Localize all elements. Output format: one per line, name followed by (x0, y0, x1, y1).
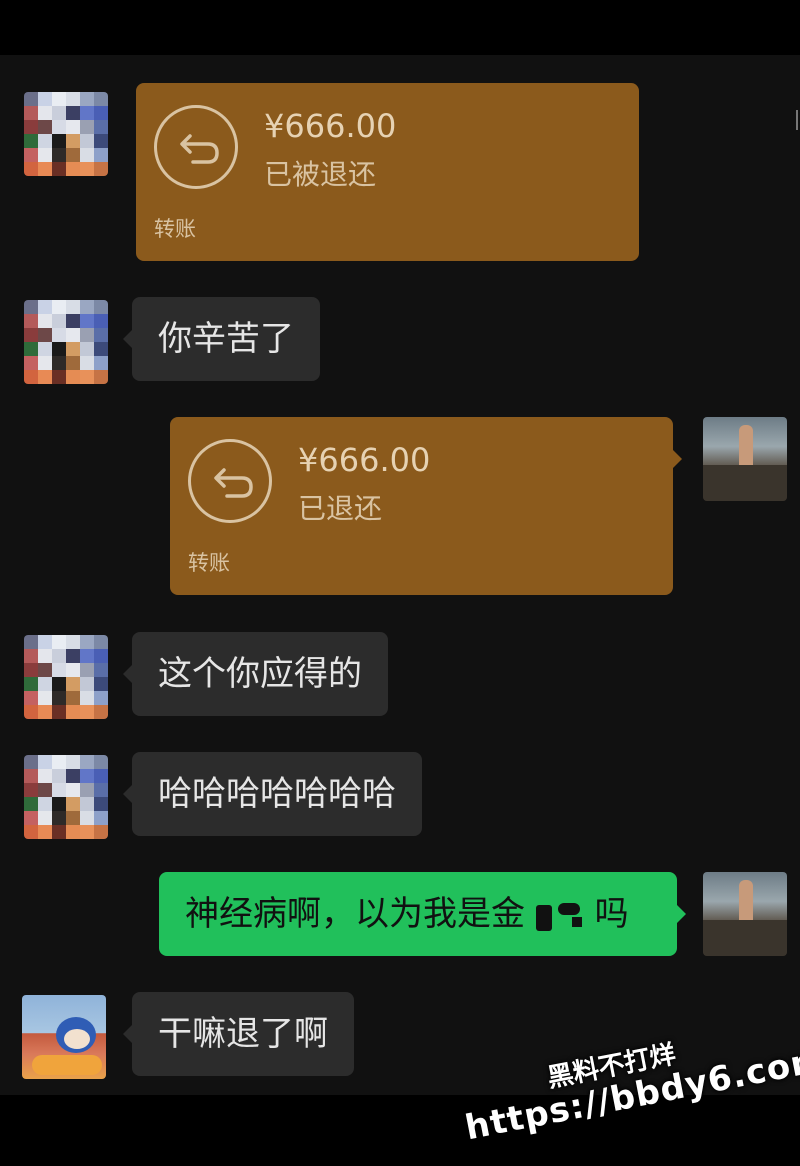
transfer-label: 转账 (188, 551, 230, 575)
message-text: 你辛苦了 (158, 319, 294, 359)
message-row: 神经病啊，以为我是金 吗 (0, 870, 800, 970)
contact-avatar[interactable] (24, 300, 108, 384)
transfer-bubble[interactable]: ¥666.00 已被退还 转账 (136, 83, 639, 261)
chat-area[interactable]: ¥666.00 已被退还 转账 你辛苦了 ¥666.00 已退还 转账 这个你应… (0, 55, 800, 1095)
return-arrow-icon (154, 105, 238, 189)
message-text-tail: 吗 (594, 894, 629, 934)
transfer-status: 已退还 (298, 492, 383, 525)
scrollbar[interactable] (796, 110, 798, 130)
message-row: ¥666.00 已退还 转账 (0, 415, 800, 605)
contact-avatar[interactable] (24, 92, 108, 176)
return-arrow-icon (188, 439, 272, 523)
message-row: ¥666.00 已被退还 转账 (0, 55, 800, 275)
message-row: 哈哈哈哈哈哈哈 (0, 750, 800, 850)
redaction-mark (535, 901, 584, 931)
transfer-label: 转账 (154, 217, 196, 241)
transfer-status: 已被退还 (264, 158, 377, 191)
text-bubble[interactable]: 哈哈哈哈哈哈哈 (123, 752, 422, 836)
message-text: 哈哈哈哈哈哈哈 (158, 774, 396, 814)
message-row: 你辛苦了 (0, 295, 800, 395)
text-bubble[interactable]: 这个你应得的 (123, 632, 388, 716)
text-bubble[interactable]: 你辛苦了 (123, 297, 320, 381)
contact-avatar[interactable] (22, 995, 106, 1079)
transfer-bubble[interactable]: ¥666.00 已退还 转账 (170, 417, 682, 595)
text-bubble[interactable]: 干嘛退了啊 (123, 992, 354, 1076)
contact-avatar[interactable] (24, 635, 108, 719)
transfer-amount: ¥666.00 (264, 107, 397, 145)
message-text: 这个你应得的 (158, 654, 362, 694)
message-text: 干嘛退了啊 (158, 1014, 328, 1054)
text-bubble[interactable]: 神经病啊，以为我是金 吗 (159, 872, 686, 956)
message-row: 这个你应得的 (0, 630, 800, 730)
contact-avatar[interactable] (24, 755, 108, 839)
self-avatar[interactable] (703, 417, 787, 501)
transfer-amount: ¥666.00 (298, 441, 431, 479)
message-text: 神经病啊，以为我是金 (185, 894, 525, 934)
self-avatar[interactable] (703, 872, 787, 956)
